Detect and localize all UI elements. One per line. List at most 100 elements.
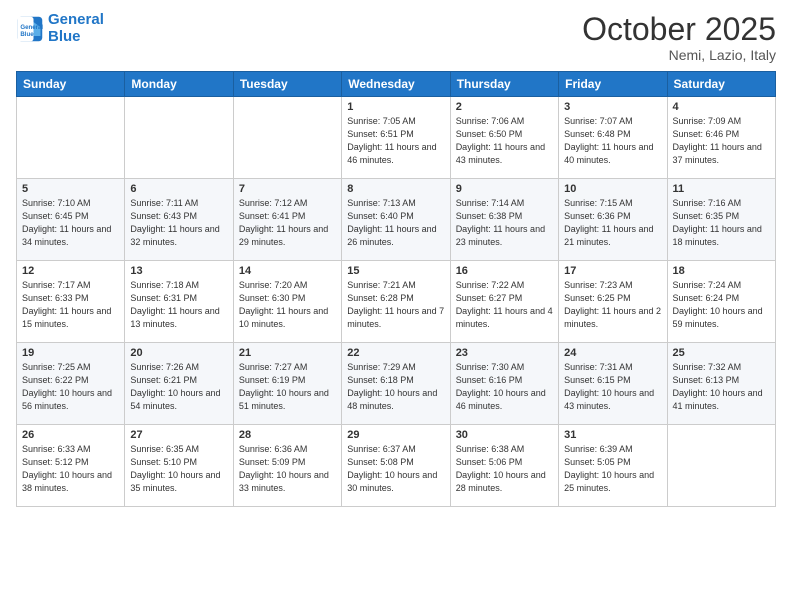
day-info: Sunrise: 7:05 AM Sunset: 6:51 PM Dayligh…	[347, 115, 444, 167]
day-info: Sunrise: 7:22 AM Sunset: 6:27 PM Dayligh…	[456, 279, 553, 331]
table-row: 14 Sunrise: 7:20 AM Sunset: 6:30 PM Dayli…	[233, 261, 341, 343]
day-number: 14	[239, 265, 336, 277]
day-info: Sunrise: 7:32 AM Sunset: 6:13 PM Dayligh…	[673, 361, 770, 413]
day-number: 19	[22, 347, 119, 359]
day-info: Sunrise: 7:31 AM Sunset: 6:15 PM Dayligh…	[564, 361, 661, 413]
day-number: 6	[130, 183, 227, 195]
col-wednesday: Wednesday	[342, 72, 450, 97]
day-number: 4	[673, 101, 770, 113]
table-row	[233, 97, 341, 179]
day-info: Sunrise: 7:11 AM Sunset: 6:43 PM Dayligh…	[130, 197, 227, 249]
day-info: Sunrise: 6:33 AM Sunset: 5:12 PM Dayligh…	[22, 443, 119, 495]
table-row: 31 Sunrise: 6:39 AM Sunset: 5:05 PM Dayli…	[559, 425, 667, 507]
table-row: 10 Sunrise: 7:15 AM Sunset: 6:36 PM Dayli…	[559, 179, 667, 261]
table-row: 7 Sunrise: 7:12 AM Sunset: 6:41 PM Daylig…	[233, 179, 341, 261]
day-info: Sunrise: 7:15 AM Sunset: 6:36 PM Dayligh…	[564, 197, 661, 249]
day-info: Sunrise: 7:17 AM Sunset: 6:33 PM Dayligh…	[22, 279, 119, 331]
day-info: Sunrise: 7:18 AM Sunset: 6:31 PM Dayligh…	[130, 279, 227, 331]
day-number: 2	[456, 101, 553, 113]
day-info: Sunrise: 7:07 AM Sunset: 6:48 PM Dayligh…	[564, 115, 661, 167]
table-row: 17Sunrise: 7:23 AM Sunset: 6:25 PM Dayli…	[559, 261, 667, 343]
table-row: 20 Sunrise: 7:26 AM Sunset: 6:21 PM Dayli…	[125, 343, 233, 425]
table-row: 27 Sunrise: 6:35 AM Sunset: 5:10 PM Dayli…	[125, 425, 233, 507]
day-number: 17	[564, 265, 661, 277]
day-number: 3	[564, 101, 661, 113]
day-info: Sunrise: 7:27 AM Sunset: 6:19 PM Dayligh…	[239, 361, 336, 413]
day-info: Sunrise: 7:06 AM Sunset: 6:50 PM Dayligh…	[456, 115, 553, 167]
calendar-table: Sunday Monday Tuesday Wednesday Thursday…	[16, 71, 776, 507]
day-info: Sunrise: 7:25 AM Sunset: 6:22 PM Dayligh…	[22, 361, 119, 413]
day-info: Sunrise: 7:20 AM Sunset: 6:30 PM Dayligh…	[239, 279, 336, 331]
day-number: 10	[564, 183, 661, 195]
day-number: 15	[347, 265, 444, 277]
day-number: 1	[347, 101, 444, 113]
day-number: 24	[564, 347, 661, 359]
day-number: 31	[564, 429, 661, 441]
table-row	[17, 97, 125, 179]
day-number: 23	[456, 347, 553, 359]
table-row: 15 Sunrise: 7:21 AM Sunset: 6:28 PM Dayli…	[342, 261, 450, 343]
table-row: 26 Sunrise: 6:33 AM Sunset: 5:12 PM Dayli…	[17, 425, 125, 507]
day-number: 20	[130, 347, 227, 359]
table-row: 29 Sunrise: 6:37 AM Sunset: 5:08 PM Dayli…	[342, 425, 450, 507]
table-row: 2 Sunrise: 7:06 AM Sunset: 6:50 PM Daylig…	[450, 97, 558, 179]
table-row: 8 Sunrise: 7:13 AM Sunset: 6:40 PM Daylig…	[342, 179, 450, 261]
calendar-header-row: Sunday Monday Tuesday Wednesday Thursday…	[17, 72, 776, 97]
day-number: 11	[673, 183, 770, 195]
day-info: Sunrise: 7:16 AM Sunset: 6:35 PM Dayligh…	[673, 197, 770, 249]
day-info: Sunrise: 7:10 AM Sunset: 6:45 PM Dayligh…	[22, 197, 119, 249]
title-block: October 2025 Nemi, Lazio, Italy	[582, 12, 776, 63]
day-number: 29	[347, 429, 444, 441]
day-number: 26	[22, 429, 119, 441]
day-number: 13	[130, 265, 227, 277]
day-info: Sunrise: 7:21 AM Sunset: 6:28 PM Dayligh…	[347, 279, 444, 331]
day-number: 18	[673, 265, 770, 277]
table-row: 4 Sunrise: 7:09 AM Sunset: 6:46 PM Daylig…	[667, 97, 775, 179]
location: Nemi, Lazio, Italy	[582, 47, 776, 63]
svg-text:Blue: Blue	[20, 31, 34, 38]
day-number: 7	[239, 183, 336, 195]
day-info: Sunrise: 7:30 AM Sunset: 6:16 PM Dayligh…	[456, 361, 553, 413]
day-info: Sunrise: 6:39 AM Sunset: 5:05 PM Dayligh…	[564, 443, 661, 495]
table-row: 11 Sunrise: 7:16 AM Sunset: 6:35 PM Dayli…	[667, 179, 775, 261]
day-info: Sunrise: 7:09 AM Sunset: 6:46 PM Dayligh…	[673, 115, 770, 167]
table-row: 1 Sunrise: 7:05 AM Sunset: 6:51 PM Daylig…	[342, 97, 450, 179]
table-row: 3 Sunrise: 7:07 AM Sunset: 6:48 PM Daylig…	[559, 97, 667, 179]
header: General Blue General Blue October 2025 N…	[16, 12, 776, 63]
table-row	[125, 97, 233, 179]
day-number: 5	[22, 183, 119, 195]
table-row: 13 Sunrise: 7:18 AM Sunset: 6:31 PM Dayli…	[125, 261, 233, 343]
table-row: 25 Sunrise: 7:32 AM Sunset: 6:13 PM Dayli…	[667, 343, 775, 425]
table-row: 5 Sunrise: 7:10 AM Sunset: 6:45 PM Daylig…	[17, 179, 125, 261]
day-info: Sunrise: 7:12 AM Sunset: 6:41 PM Dayligh…	[239, 197, 336, 249]
day-info: Sunrise: 6:35 AM Sunset: 5:10 PM Dayligh…	[130, 443, 227, 495]
day-number: 12	[22, 265, 119, 277]
col-thursday: Thursday	[450, 72, 558, 97]
day-number: 16	[456, 265, 553, 277]
day-number: 8	[347, 183, 444, 195]
day-info: Sunrise: 6:37 AM Sunset: 5:08 PM Dayligh…	[347, 443, 444, 495]
table-row: 22Sunrise: 7:29 AM Sunset: 6:18 PM Dayli…	[342, 343, 450, 425]
logo-line1: General	[48, 11, 104, 28]
day-info: Sunrise: 7:26 AM Sunset: 6:21 PM Dayligh…	[130, 361, 227, 413]
table-row: 6 Sunrise: 7:11 AM Sunset: 6:43 PM Daylig…	[125, 179, 233, 261]
day-number: 22	[347, 347, 444, 359]
day-info: Sunrise: 7:13 AM Sunset: 6:40 PM Dayligh…	[347, 197, 444, 249]
col-sunday: Sunday	[17, 72, 125, 97]
table-row: 28Sunrise: 6:36 AM Sunset: 5:09 PM Dayli…	[233, 425, 341, 507]
day-number: 27	[130, 429, 227, 441]
table-row: 23 Sunrise: 7:30 AM Sunset: 6:16 PM Dayli…	[450, 343, 558, 425]
logo-icon: General Blue	[16, 15, 44, 43]
day-info: Sunrise: 7:14 AM Sunset: 6:38 PM Dayligh…	[456, 197, 553, 249]
col-tuesday: Tuesday	[233, 72, 341, 97]
day-number: 28	[239, 429, 336, 441]
table-row: 30Sunrise: 6:38 AM Sunset: 5:06 PM Dayli…	[450, 425, 558, 507]
day-number: 21	[239, 347, 336, 359]
page: General Blue General Blue October 2025 N…	[0, 0, 792, 612]
table-row	[667, 425, 775, 507]
col-friday: Friday	[559, 72, 667, 97]
day-number: 25	[673, 347, 770, 359]
day-info: Sunrise: 7:24 AM Sunset: 6:24 PM Dayligh…	[673, 279, 770, 331]
day-number: 30	[456, 429, 553, 441]
table-row: 19 Sunrise: 7:25 AM Sunset: 6:22 PM Dayli…	[17, 343, 125, 425]
